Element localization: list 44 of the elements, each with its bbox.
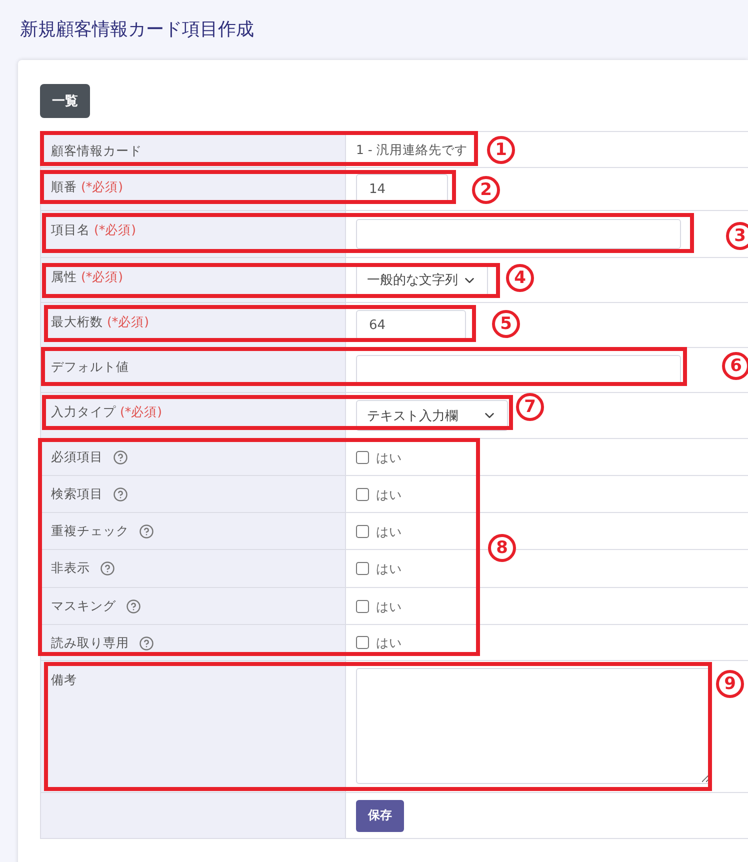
field-label: 最大桁数	[51, 314, 103, 329]
checkbox-option[interactable]: はい	[356, 635, 402, 650]
page-title: 新規顧客情報カード項目作成	[19, 18, 255, 42]
field-label: デフォルト値	[51, 359, 129, 374]
required-mark: (*必須)	[81, 179, 124, 194]
field-value: 1 - 汎用連絡先です	[356, 142, 468, 157]
field-label: 順番	[51, 179, 77, 194]
field-label: 非表示	[51, 560, 90, 575]
input-field[interactable]	[356, 219, 681, 249]
help-icon[interactable]	[139, 636, 154, 651]
list-button[interactable]: 一覧	[40, 84, 90, 118]
checkbox[interactable]	[356, 562, 369, 575]
field-label: 重複チェック	[51, 523, 129, 538]
checkbox-option[interactable]: はい	[356, 524, 402, 538]
help-icon[interactable]	[100, 561, 115, 576]
checkbox-option[interactable]: はい	[356, 486, 402, 502]
help-icon[interactable]	[113, 487, 128, 502]
checkbox-option[interactable]: はい	[356, 561, 402, 576]
help-icon[interactable]	[113, 450, 128, 465]
checkbox-option[interactable]: はい	[356, 598, 402, 614]
field-label: 項目名	[51, 222, 90, 237]
checkbox[interactable]	[356, 488, 369, 500]
field-label: 入力タイプ	[51, 404, 116, 419]
field-label: 顧客情報カード	[51, 143, 142, 158]
checkbox-option[interactable]: はい	[356, 450, 402, 464]
checkbox[interactable]	[356, 450, 369, 464]
required-mark: (*必須)	[81, 269, 124, 284]
input-field[interactable]: 64	[356, 310, 466, 340]
input-field[interactable]	[356, 355, 681, 385]
field-label: 必須項目	[51, 449, 103, 464]
required-mark: (*必須)	[107, 314, 150, 329]
help-icon[interactable]	[126, 599, 141, 614]
field-label: 属性	[51, 269, 77, 284]
checkbox[interactable]	[356, 524, 369, 538]
save-button[interactable]: 保存	[356, 800, 404, 832]
required-mark: (*必須)	[94, 222, 136, 237]
checkbox[interactable]	[356, 600, 369, 612]
checkbox[interactable]	[356, 636, 369, 649]
field-label: 読み取り専用	[51, 635, 129, 650]
help-icon[interactable]	[139, 524, 154, 539]
field-label: 検索項目	[51, 486, 103, 501]
required-mark: (*必須)	[120, 404, 162, 419]
field-label: 備考	[51, 672, 77, 687]
field-label: マスキング	[51, 598, 116, 613]
